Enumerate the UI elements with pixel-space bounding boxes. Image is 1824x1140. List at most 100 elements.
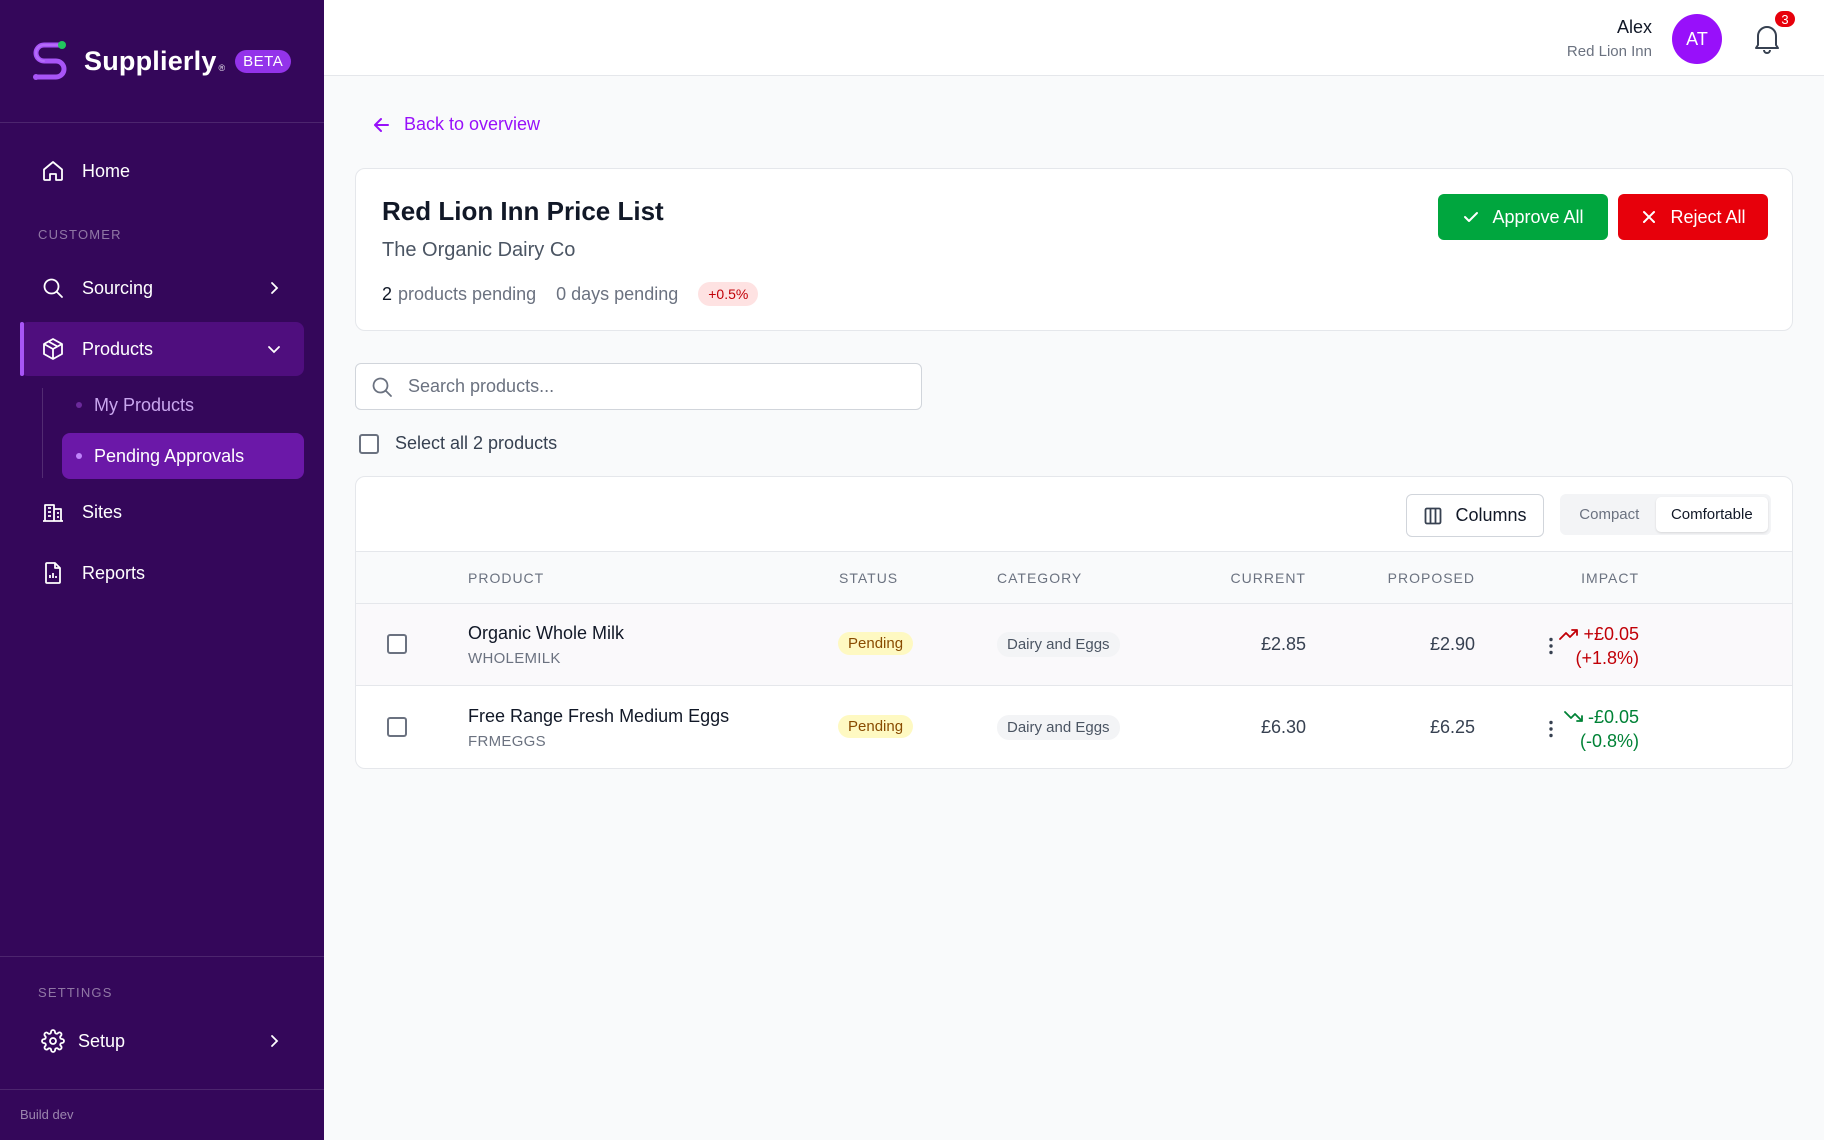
supplierly-logo-icon	[33, 41, 67, 80]
search-box	[355, 363, 922, 410]
sidebar-subitem-pending-approvals[interactable]: Pending Approvals	[62, 433, 304, 479]
days-pending: 0 days pending	[556, 283, 679, 304]
proposed-price: £2.90	[1429, 634, 1475, 654]
impact-percent: (+1.8%)	[1575, 648, 1639, 668]
column-header-impact[interactable]: IMPACT	[1581, 570, 1639, 586]
table-row[interactable]: Organic Whole Milk WHOLEMILK Pending Dai…	[356, 604, 1792, 686]
overall-impact-badge: +0.5%	[698, 282, 759, 306]
avatar[interactable]: AT	[1672, 14, 1722, 64]
pending-count: 2	[382, 283, 393, 304]
back-to-overview-link[interactable]: Back to overview	[372, 114, 540, 135]
sidebar-item-label: Setup	[78, 1030, 126, 1051]
row-checkbox[interactable]	[387, 717, 407, 737]
pending-meta: 2 products pending 0 days pending +0.5%	[382, 282, 759, 306]
columns-button-label: Columns	[1455, 505, 1527, 525]
more-vertical-icon[interactable]	[1539, 717, 1563, 741]
column-header-category[interactable]: CATEGORY	[997, 570, 1082, 586]
sidebar-item-label: Sourcing	[82, 277, 154, 298]
approve-all-label: Approve All	[1492, 206, 1584, 227]
column-header-status[interactable]: STATUS	[839, 570, 898, 586]
select-all-label: Select all 2 products	[395, 433, 558, 453]
section-label-customer: CUSTOMER	[38, 227, 122, 242]
bullet-icon	[76, 453, 82, 459]
sidebar-item-sites[interactable]: Sites	[20, 485, 304, 539]
chevron-right-icon	[271, 282, 279, 294]
density-compact-option[interactable]: Compact	[1563, 497, 1656, 532]
table-toolbar: Columns Compact Comfortable	[356, 477, 1792, 552]
trending-down-icon	[1564, 711, 1583, 722]
approve-all-button[interactable]: Approve All	[1438, 194, 1608, 240]
price-impact: +£0.05 (+1.8%)	[1559, 622, 1639, 670]
check-icon	[1464, 212, 1479, 222]
select-all-checkbox[interactable]	[359, 433, 379, 454]
current-price: £2.85	[1260, 634, 1306, 654]
price-impact: -£0.05 (-0.8%)	[1564, 705, 1639, 753]
status-badge: Pending	[838, 632, 914, 655]
sidebar-item-home[interactable]: Home	[20, 144, 304, 198]
search-icon	[40, 275, 66, 301]
table-row[interactable]: Free Range Fresh Medium Eggs FRMEGGS Pen…	[356, 687, 1792, 768]
proposed-price: £6.25	[1429, 717, 1475, 737]
category-badge: Dairy and Eggs	[997, 715, 1120, 740]
more-vertical-icon[interactable]	[1539, 634, 1563, 658]
brand-name: Supplierly	[84, 45, 217, 76]
close-icon	[1643, 211, 1656, 223]
sidebar-item-label: Home	[82, 160, 131, 181]
price-list-header-card: Red Lion Inn Price List The Organic Dair…	[355, 168, 1793, 331]
sidebar-item-sourcing[interactable]: Sourcing	[20, 261, 304, 315]
sidebar-subitem-my-products[interactable]: My Products	[62, 382, 304, 428]
product-name: Free Range Fresh Medium Eggs	[468, 706, 730, 726]
sidebar-item-setup[interactable]: Setup	[20, 1014, 304, 1068]
topbar: Alex Red Lion Inn	[324, 0, 1824, 76]
user-organization: Red Lion Inn	[1566, 43, 1652, 60]
reject-all-button[interactable]: Reject All	[1618, 194, 1768, 240]
table-header: PRODUCT STATUS CATEGORY CURRENT PROPOSED…	[356, 552, 1792, 604]
select-all-row[interactable]: Select all 2 products	[359, 433, 557, 454]
arrow-left-icon	[374, 117, 389, 132]
current-price: £6.30	[1260, 717, 1306, 737]
status-badge: Pending	[838, 715, 914, 738]
sidebar-item-products[interactable]: Products	[20, 322, 304, 376]
column-header-product[interactable]: PRODUCT	[468, 570, 544, 586]
column-header-proposed[interactable]: PROPOSED	[1388, 570, 1475, 586]
notification-badge: 3	[1773, 9, 1797, 29]
divider	[0, 956, 324, 957]
impact-percent: (-0.8%)	[1579, 731, 1639, 751]
build-label: Build dev	[20, 1107, 74, 1122]
brand[interactable]: Supplierly ® BETA	[0, 0, 324, 123]
search-input[interactable]	[408, 376, 888, 397]
chevron-down-icon	[268, 346, 280, 354]
columns-button[interactable]: Columns	[1406, 494, 1544, 537]
columns-icon	[1425, 507, 1442, 524]
impact-value: -£0.05	[1587, 707, 1639, 727]
category-badge: Dairy and Eggs	[997, 632, 1120, 657]
sidebar-item-reports[interactable]: Reports	[20, 546, 304, 600]
gear-icon	[40, 1028, 66, 1054]
brand-registered-mark: ®	[218, 63, 226, 73]
package-icon	[40, 336, 66, 362]
sidebar-item-label: Reports	[82, 562, 146, 583]
sidebar: Supplierly ® BETA Home CUSTOMER Sourcing…	[0, 0, 324, 1140]
product-sku: WHOLEMILK	[468, 650, 561, 667]
back-link-label: Back to overview	[404, 114, 541, 134]
section-label-settings: SETTINGS	[38, 985, 113, 1000]
subnav-line	[42, 388, 43, 478]
user-name: Alex	[1616, 17, 1652, 37]
product-name: Organic Whole Milk	[468, 623, 625, 643]
sidebar-item-label: Products	[82, 338, 154, 359]
sidebar-item-label: Sites	[82, 501, 123, 522]
page-title: Red Lion Inn Price List	[382, 196, 664, 226]
home-icon	[40, 158, 66, 184]
report-icon	[40, 560, 66, 586]
column-header-current[interactable]: CURRENT	[1231, 570, 1306, 586]
sidebar-subitem-label: My Products	[94, 394, 195, 415]
bullet-icon	[76, 402, 82, 408]
building-icon	[40, 499, 66, 525]
impact-value: +£0.05	[1583, 624, 1639, 644]
chevron-right-icon	[271, 1035, 279, 1047]
density-comfortable-option[interactable]: Comfortable	[1655, 497, 1768, 532]
reject-all-label: Reject All	[1670, 206, 1746, 227]
row-checkbox[interactable]	[387, 634, 407, 654]
pending-label: products pending	[398, 283, 537, 304]
supplier-name: The Organic Dairy Co	[382, 239, 576, 261]
